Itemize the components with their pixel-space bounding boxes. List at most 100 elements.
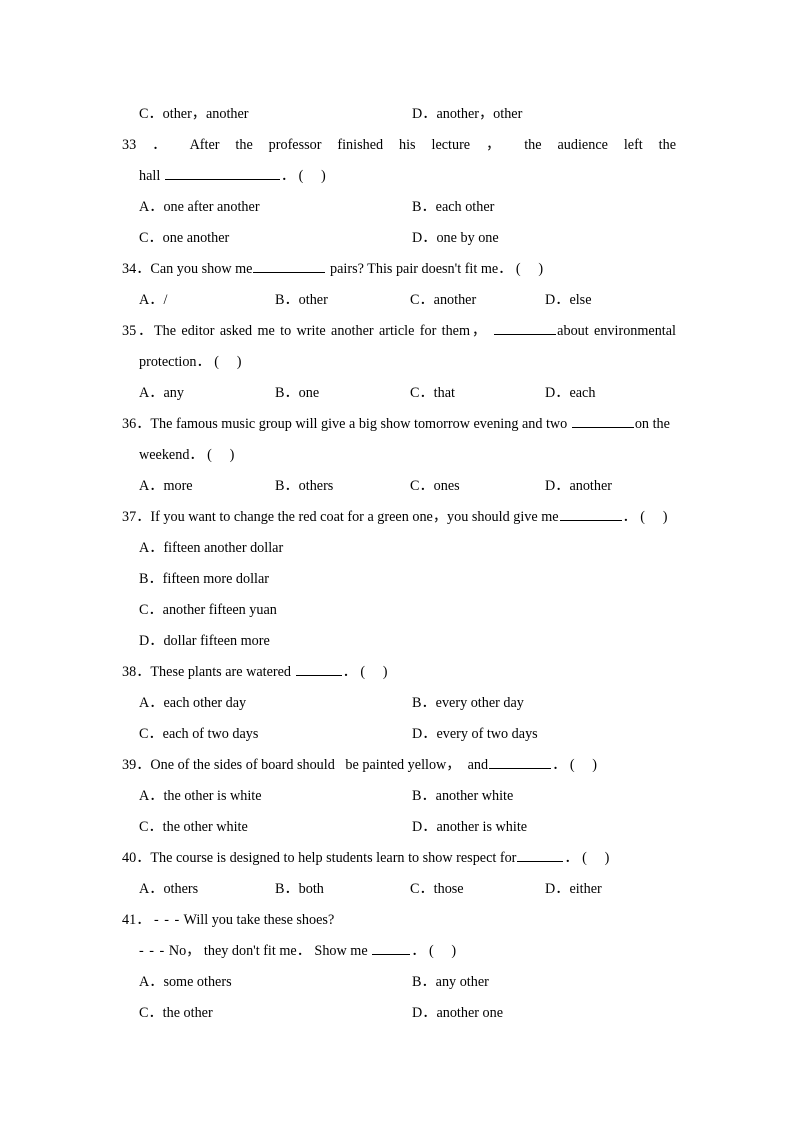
question-number: 35． [122,323,154,339]
option-b[interactable]: B．another white [412,781,513,812]
option-d[interactable]: D．else [545,285,592,316]
option-c[interactable]: C．other，another [139,99,249,130]
answer-blank[interactable] [295,662,342,676]
option-d[interactable]: D．every of two days [412,719,538,750]
option-b[interactable]: B．other [275,285,328,316]
option-text: another white [435,788,514,804]
question-text: on the [634,416,670,432]
option-a[interactable]: A．others [139,874,198,905]
option-a[interactable]: A．each other day [139,688,246,719]
answer-parenthesis[interactable]: ( ) [570,757,597,773]
option-text: else [569,292,592,308]
dialogue-dash: - - - [153,912,181,928]
question-text: ． [622,509,637,525]
question-37: 37．If you want to change the red coat fo… [122,502,676,533]
option-letter: A． [139,385,164,401]
question-text: ． [280,168,296,184]
option-b[interactable]: B．one [275,378,319,409]
option-b[interactable]: B．others [275,471,333,502]
answer-parenthesis[interactable]: ( ) [640,509,667,525]
option-d[interactable]: D．dollar fifteen more [139,626,270,657]
option-text: either [569,881,602,897]
answer-parenthesis[interactable]: ( ) [582,850,609,866]
option-c[interactable]: C．another fifteen yuan [139,595,277,626]
question-stem-line-2: hall ． ( ) [122,161,676,192]
option-c[interactable]: C．another [410,285,476,316]
answer-blank[interactable] [494,321,557,335]
option-d[interactable]: D．either [545,874,602,905]
option-d[interactable]: D．each [545,378,595,409]
option-d[interactable]: D．another one [412,998,503,1029]
option-letter: D． [545,881,570,897]
option-letter: C． [410,478,434,494]
answer-blank[interactable] [517,848,564,862]
option-b[interactable]: B．every other day [412,688,524,719]
question-34: 34．Can you show me pairs? This pair does… [122,254,676,285]
option-letter: C． [139,819,163,835]
option-c[interactable]: C．ones [410,471,460,502]
answer-blank[interactable] [559,507,622,521]
option-a[interactable]: A．more [139,471,193,502]
option-text: some others [163,974,232,990]
option-letter: D． [412,230,437,246]
option-c[interactable]: C．those [410,874,464,905]
option-letter: A． [139,881,164,897]
option-a[interactable]: A．/ [139,285,167,316]
question-text: One of the sides of board should be pain… [150,757,489,773]
option-letter: D． [545,478,570,494]
answer-blank[interactable] [372,941,411,955]
question-text: No， they don't fit me． Show me [168,943,368,959]
option-letter: B． [412,788,436,804]
option-text: each other [435,199,495,215]
option-b[interactable]: B．fifteen more dollar [139,564,269,595]
question-options: A．one after another B．each other [122,192,676,223]
option-c[interactable]: C．one another [139,223,229,254]
answer-parenthesis[interactable]: ( ) [299,168,326,184]
option-b[interactable]: B．each other [412,192,494,223]
option-text: ones [433,478,460,494]
option-letter: B． [275,292,299,308]
option-text: the other white [162,819,248,835]
answer-parenthesis[interactable]: ( ) [207,447,234,463]
question-options: D．dollar fifteen more [122,626,676,657]
answer-parenthesis[interactable]: ( ) [516,261,543,277]
option-d[interactable]: D．another is white [412,812,527,843]
question-stem-line: 33 ． After the professor finished his le… [122,130,676,161]
option-letter: D． [412,819,437,835]
option-a[interactable]: A．the other is white [139,781,262,812]
question-36: 36．The famous music group will give a bi… [122,409,676,471]
option-b[interactable]: B．both [275,874,324,905]
option-letter: B． [275,385,299,401]
question-text: The famous music group will give a big s… [150,416,568,432]
option-c[interactable]: C．each of two days [139,719,258,750]
option-a[interactable]: A．any [139,378,184,409]
answer-blank[interactable] [571,414,634,428]
option-text: each other day [163,695,247,711]
option-d[interactable]: D．one by one [412,223,499,254]
option-text: every of two days [436,726,538,742]
option-text: one another [162,230,230,246]
option-c[interactable]: C．the other [139,998,213,1029]
option-d[interactable]: D．another，other [412,99,522,130]
option-d[interactable]: D．another [545,471,612,502]
answer-blank[interactable] [253,259,326,273]
answer-blank[interactable] [164,166,280,180]
option-c[interactable]: C．that [410,378,455,409]
worksheet-page: C．other，another D．another，other 33 ． Aft… [0,0,794,1123]
question-39: 39．One of the sides of board should be p… [122,750,676,781]
answer-parenthesis[interactable]: ( ) [360,664,387,680]
option-text: another [569,478,612,494]
answer-parenthesis[interactable]: ( ) [214,354,241,370]
option-letter: C． [139,726,163,742]
option-text: another is white [436,819,528,835]
option-a[interactable]: A．one after another [139,192,260,223]
option-b[interactable]: B．any other [412,967,489,998]
question-stem-line: 37．If you want to change the red coat fo… [122,502,676,533]
option-text: others [298,478,334,494]
answer-blank[interactable] [489,755,552,769]
answer-parenthesis[interactable]: ( ) [429,943,456,959]
option-c[interactable]: C．the other white [139,812,248,843]
question-options: A．any B．one C．that D．each [122,378,676,409]
option-a[interactable]: A．some others [139,967,232,998]
option-a[interactable]: A．fifteen another dollar [139,533,283,564]
